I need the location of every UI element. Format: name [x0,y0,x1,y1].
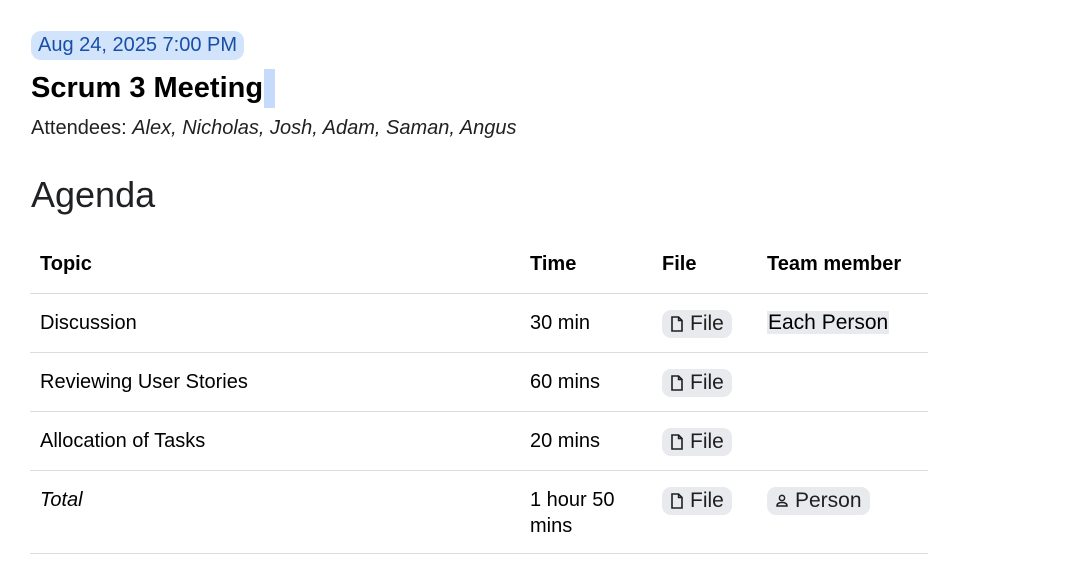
date-chip[interactable]: Aug 24, 2025 7:00 PM [31,31,245,60]
person-chip-label: Person [795,489,862,512]
file-chip[interactable]: File [662,487,732,515]
table-row: Reviewing User Stories 60 mins File [30,352,928,412]
file-chip-label: File [690,430,724,453]
attendees-label: Attendees: [31,117,133,139]
table-row-total: Total 1 hour 50 mins File Person [30,470,928,554]
page-title[interactable]: Scrum 3 Meeting [31,69,276,108]
member-cell: Person [757,470,928,554]
file-chip[interactable]: File [662,310,732,338]
file-chip[interactable]: File [662,369,732,397]
member-text[interactable]: Each Person [767,311,890,334]
column-header-time[interactable]: Time [520,236,652,294]
file-icon [671,316,683,332]
column-header-topic[interactable]: Topic [30,236,520,294]
topic-cell[interactable]: Reviewing User Stories [30,352,520,412]
file-icon [671,493,683,509]
file-icon [671,434,683,450]
file-cell: File [652,411,757,471]
topic-cell[interactable]: Total [30,470,520,554]
person-chip[interactable]: Person [767,487,870,515]
file-icon [671,375,683,391]
file-chip[interactable]: File [662,428,732,456]
text-cursor-selection [264,69,276,108]
file-chip-label: File [690,489,724,512]
time-cell[interactable]: 1 hour 50 mins [520,470,652,554]
agenda-heading: Agenda [31,174,156,215]
member-cell[interactable] [757,411,928,471]
column-header-team-member[interactable]: Team member [757,236,928,294]
person-icon [776,494,788,507]
attendees-line: Attendees: Alex, Nicholas, Josh, Adam, S… [31,115,516,141]
file-chip-label: File [690,371,724,394]
file-cell: File [652,293,757,353]
topic-cell[interactable]: Discussion [30,293,520,353]
time-cell[interactable]: 60 mins [520,352,652,412]
column-header-file[interactable]: File [652,236,757,294]
table-row: Discussion 30 min File Each Person [30,293,928,353]
table-header-row: Topic Time File Team member [30,236,928,294]
file-chip-label: File [690,312,724,335]
time-cell[interactable]: 20 mins [520,411,652,471]
file-cell: File [652,470,757,554]
attendees-names[interactable]: Alex, Nicholas, Josh, Adam, Saman, Angus [132,117,516,139]
topic-cell[interactable]: Allocation of Tasks [30,411,520,471]
title-text: Scrum 3 Meeting [31,72,264,104]
member-cell[interactable]: Each Person [757,293,928,353]
time-cell[interactable]: 30 min [520,293,652,353]
agenda-table: Topic Time File Team member Discussion 3… [30,236,928,554]
table-row: Allocation of Tasks 20 mins File [30,411,928,471]
member-cell[interactable] [757,352,928,412]
file-cell: File [652,352,757,412]
